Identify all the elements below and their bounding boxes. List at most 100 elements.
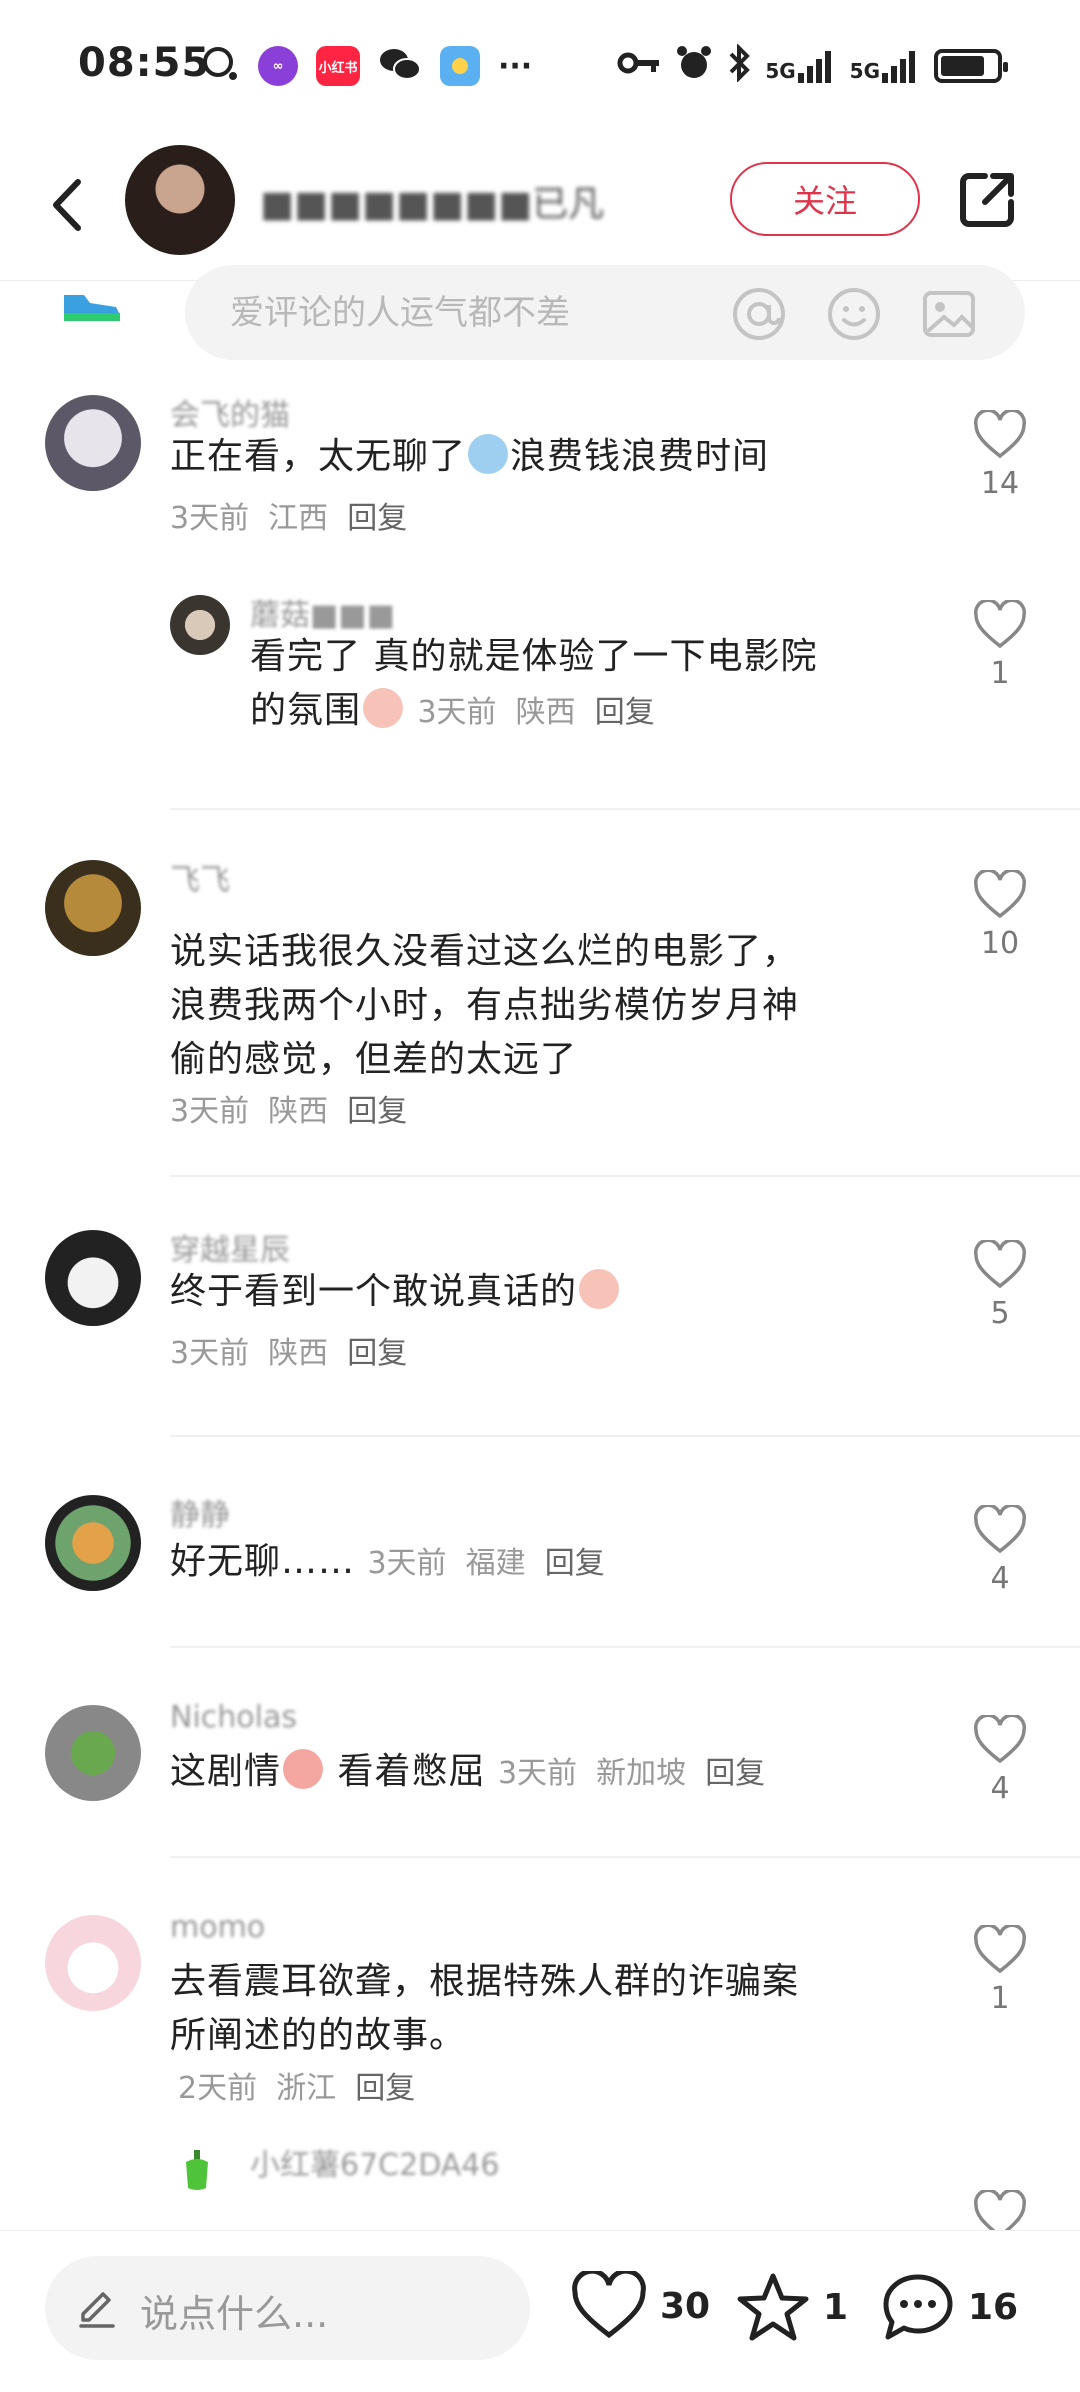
comment-divider bbox=[170, 1856, 1080, 1858]
commenter-name[interactable]: 穿越星辰 bbox=[170, 1225, 290, 1269]
comment-location: 福建 bbox=[465, 1546, 526, 1581]
comment-text-line: 去看震耳欲聋，根据特殊人群的诈骗案 bbox=[170, 1961, 800, 2002]
pencil-icon bbox=[79, 2292, 115, 2328]
reply-text-line: 的氛围 3天前 陕西 回复 bbox=[250, 684, 930, 740]
like-count: 4 bbox=[990, 1771, 1010, 1806]
comment-bubble-icon bbox=[883, 2274, 953, 2340]
bottom-comment-input[interactable]: 说点什么... bbox=[45, 2256, 530, 2360]
mention-icon[interactable] bbox=[730, 285, 788, 343]
network-label: 5G bbox=[765, 59, 796, 83]
comment-time: 3天前 bbox=[170, 1094, 250, 1129]
reply-button[interactable]: 回复 bbox=[347, 1094, 407, 1129]
signal-5g-icon-2: 5G bbox=[850, 49, 920, 83]
commenter-avatar[interactable] bbox=[45, 1705, 141, 1801]
comment-divider bbox=[170, 1175, 1080, 1177]
commenter-name[interactable]: 静静 bbox=[170, 1490, 230, 1534]
like-button[interactable]: 1 bbox=[965, 1925, 1035, 2016]
like-count: 10 bbox=[980, 926, 1020, 961]
comment-location: 陕西 bbox=[268, 1094, 329, 1129]
heart-icon bbox=[974, 1715, 1026, 1764]
comment-time: 2天前 bbox=[178, 2071, 258, 2106]
comment-text: 终于看到一个敢说真话的 bbox=[170, 1265, 930, 1319]
pepper-icon bbox=[186, 2150, 208, 2190]
comments-button[interactable]: 16 bbox=[880, 2271, 1018, 2343]
loop-app-icon: ∞ bbox=[258, 46, 298, 86]
like-button[interactable]: 10 bbox=[965, 870, 1035, 961]
author-name[interactable]: ■■■■■■■■已凡 bbox=[260, 175, 604, 227]
comment-text-part: 看着憋屈 bbox=[337, 1751, 486, 1792]
notification-icons: ∞ 小红书 ··· bbox=[200, 44, 532, 88]
more-notifications-icon: ··· bbox=[498, 48, 533, 84]
reply-name[interactable]: 小红薯67C2DA46 bbox=[250, 2140, 499, 2184]
commenter-name[interactable]: 飞飞 bbox=[170, 855, 230, 899]
commenter-avatar[interactable] bbox=[45, 860, 141, 956]
reply-button[interactable]: 回复 bbox=[545, 1546, 605, 1581]
commenter-avatar[interactable] bbox=[45, 1495, 141, 1591]
comment-time: 3天前 bbox=[367, 1546, 447, 1581]
comment-time: 3天前 bbox=[170, 501, 250, 536]
like-count: 4 bbox=[990, 1561, 1010, 1596]
like-count: 5 bbox=[990, 1296, 1010, 1331]
share-icon bbox=[960, 173, 1014, 227]
reply-name[interactable]: 蘑菇■■■ bbox=[250, 590, 395, 634]
system-icons: 5G 5G bbox=[617, 43, 1008, 88]
reply-avatar[interactable] bbox=[170, 595, 230, 655]
weather-icon bbox=[440, 46, 480, 86]
reply-location: 陕西 bbox=[515, 695, 576, 730]
like-button[interactable]: 1 bbox=[965, 600, 1035, 691]
reply-button[interactable]: 回复 bbox=[595, 695, 655, 730]
like-button[interactable]: 4 bbox=[965, 1505, 1035, 1596]
like-button[interactable]: 14 bbox=[965, 410, 1035, 501]
reply-button[interactable]: 回复 bbox=[347, 501, 407, 536]
network-label: 5G bbox=[849, 59, 880, 83]
comment-text-part: 这剧情 bbox=[170, 1751, 282, 1792]
comment-meta: 2天前 浙江 回复 bbox=[178, 2062, 938, 2116]
commenter-name[interactable]: momo bbox=[170, 1910, 265, 1945]
key-icon bbox=[617, 48, 661, 84]
comment-text-part: 正在看，太无聊了 bbox=[170, 436, 467, 477]
image-icon[interactable] bbox=[920, 285, 978, 343]
like-note-button[interactable]: 30 bbox=[570, 2271, 710, 2341]
emoji-icon[interactable] bbox=[825, 285, 883, 343]
comment-text: 这剧情 看着憋屈 3天前 新加坡 回复 bbox=[170, 1745, 930, 1801]
comment-text-part: 好无聊…… bbox=[170, 1541, 356, 1582]
commenter-avatar[interactable] bbox=[45, 1230, 141, 1326]
commenter-name[interactable]: Nicholas bbox=[170, 1700, 297, 1735]
like-count: 1 bbox=[990, 1981, 1010, 2016]
comment-location: 浙江 bbox=[276, 2071, 337, 2106]
reply-button[interactable]: 回复 bbox=[355, 2071, 415, 2106]
back-button[interactable] bbox=[40, 170, 100, 240]
sneaker-icon bbox=[64, 295, 120, 321]
reply-button[interactable]: 回复 bbox=[705, 1756, 765, 1791]
comment-divider bbox=[170, 1435, 1080, 1437]
battery-fill bbox=[941, 56, 985, 76]
commenter-avatar[interactable] bbox=[45, 1915, 141, 2011]
comment-text-part: 终于看到一个敢说真话的 bbox=[170, 1271, 578, 1312]
comment-location: 江西 bbox=[268, 501, 329, 536]
share-button[interactable] bbox=[955, 168, 1019, 232]
comment-input-field[interactable]: 爱评论的人运气都不差 bbox=[185, 265, 1025, 360]
battery-icon bbox=[934, 49, 1008, 83]
xiaohongshu-icon: 小红书 bbox=[316, 46, 360, 86]
like-button[interactable]: 4 bbox=[965, 1715, 1035, 1806]
like-count: 14 bbox=[980, 466, 1020, 501]
star-icon bbox=[737, 2273, 809, 2341]
commenter-name[interactable]: 会飞的猫 bbox=[170, 390, 290, 434]
comment-meta: 3天前 江西 回复 bbox=[170, 492, 930, 546]
follow-button[interactable]: 关注 bbox=[730, 162, 920, 236]
reply-button[interactable]: 回复 bbox=[347, 1336, 407, 1371]
comment-time: 3天前 bbox=[170, 1336, 250, 1371]
heart-icon bbox=[974, 1925, 1026, 1974]
wechat-icon bbox=[378, 44, 422, 88]
bottom-action-bar: 说点什么... 30 1 16 bbox=[0, 2230, 1080, 2392]
like-count: 30 bbox=[660, 2285, 711, 2327]
collect-button[interactable]: 1 bbox=[735, 2271, 848, 2343]
comment-meta: 3天前 陕西 回复 bbox=[170, 1085, 930, 1139]
like-button[interactable]: 5 bbox=[965, 1240, 1035, 1331]
reply-time: 3天前 bbox=[417, 695, 497, 730]
comment-divider bbox=[170, 1646, 1080, 1648]
commenter-avatar[interactable] bbox=[45, 395, 141, 491]
author-avatar[interactable] bbox=[125, 145, 235, 255]
bottom-input-placeholder: 说点什么... bbox=[140, 2292, 329, 2336]
heart-icon bbox=[974, 600, 1026, 649]
